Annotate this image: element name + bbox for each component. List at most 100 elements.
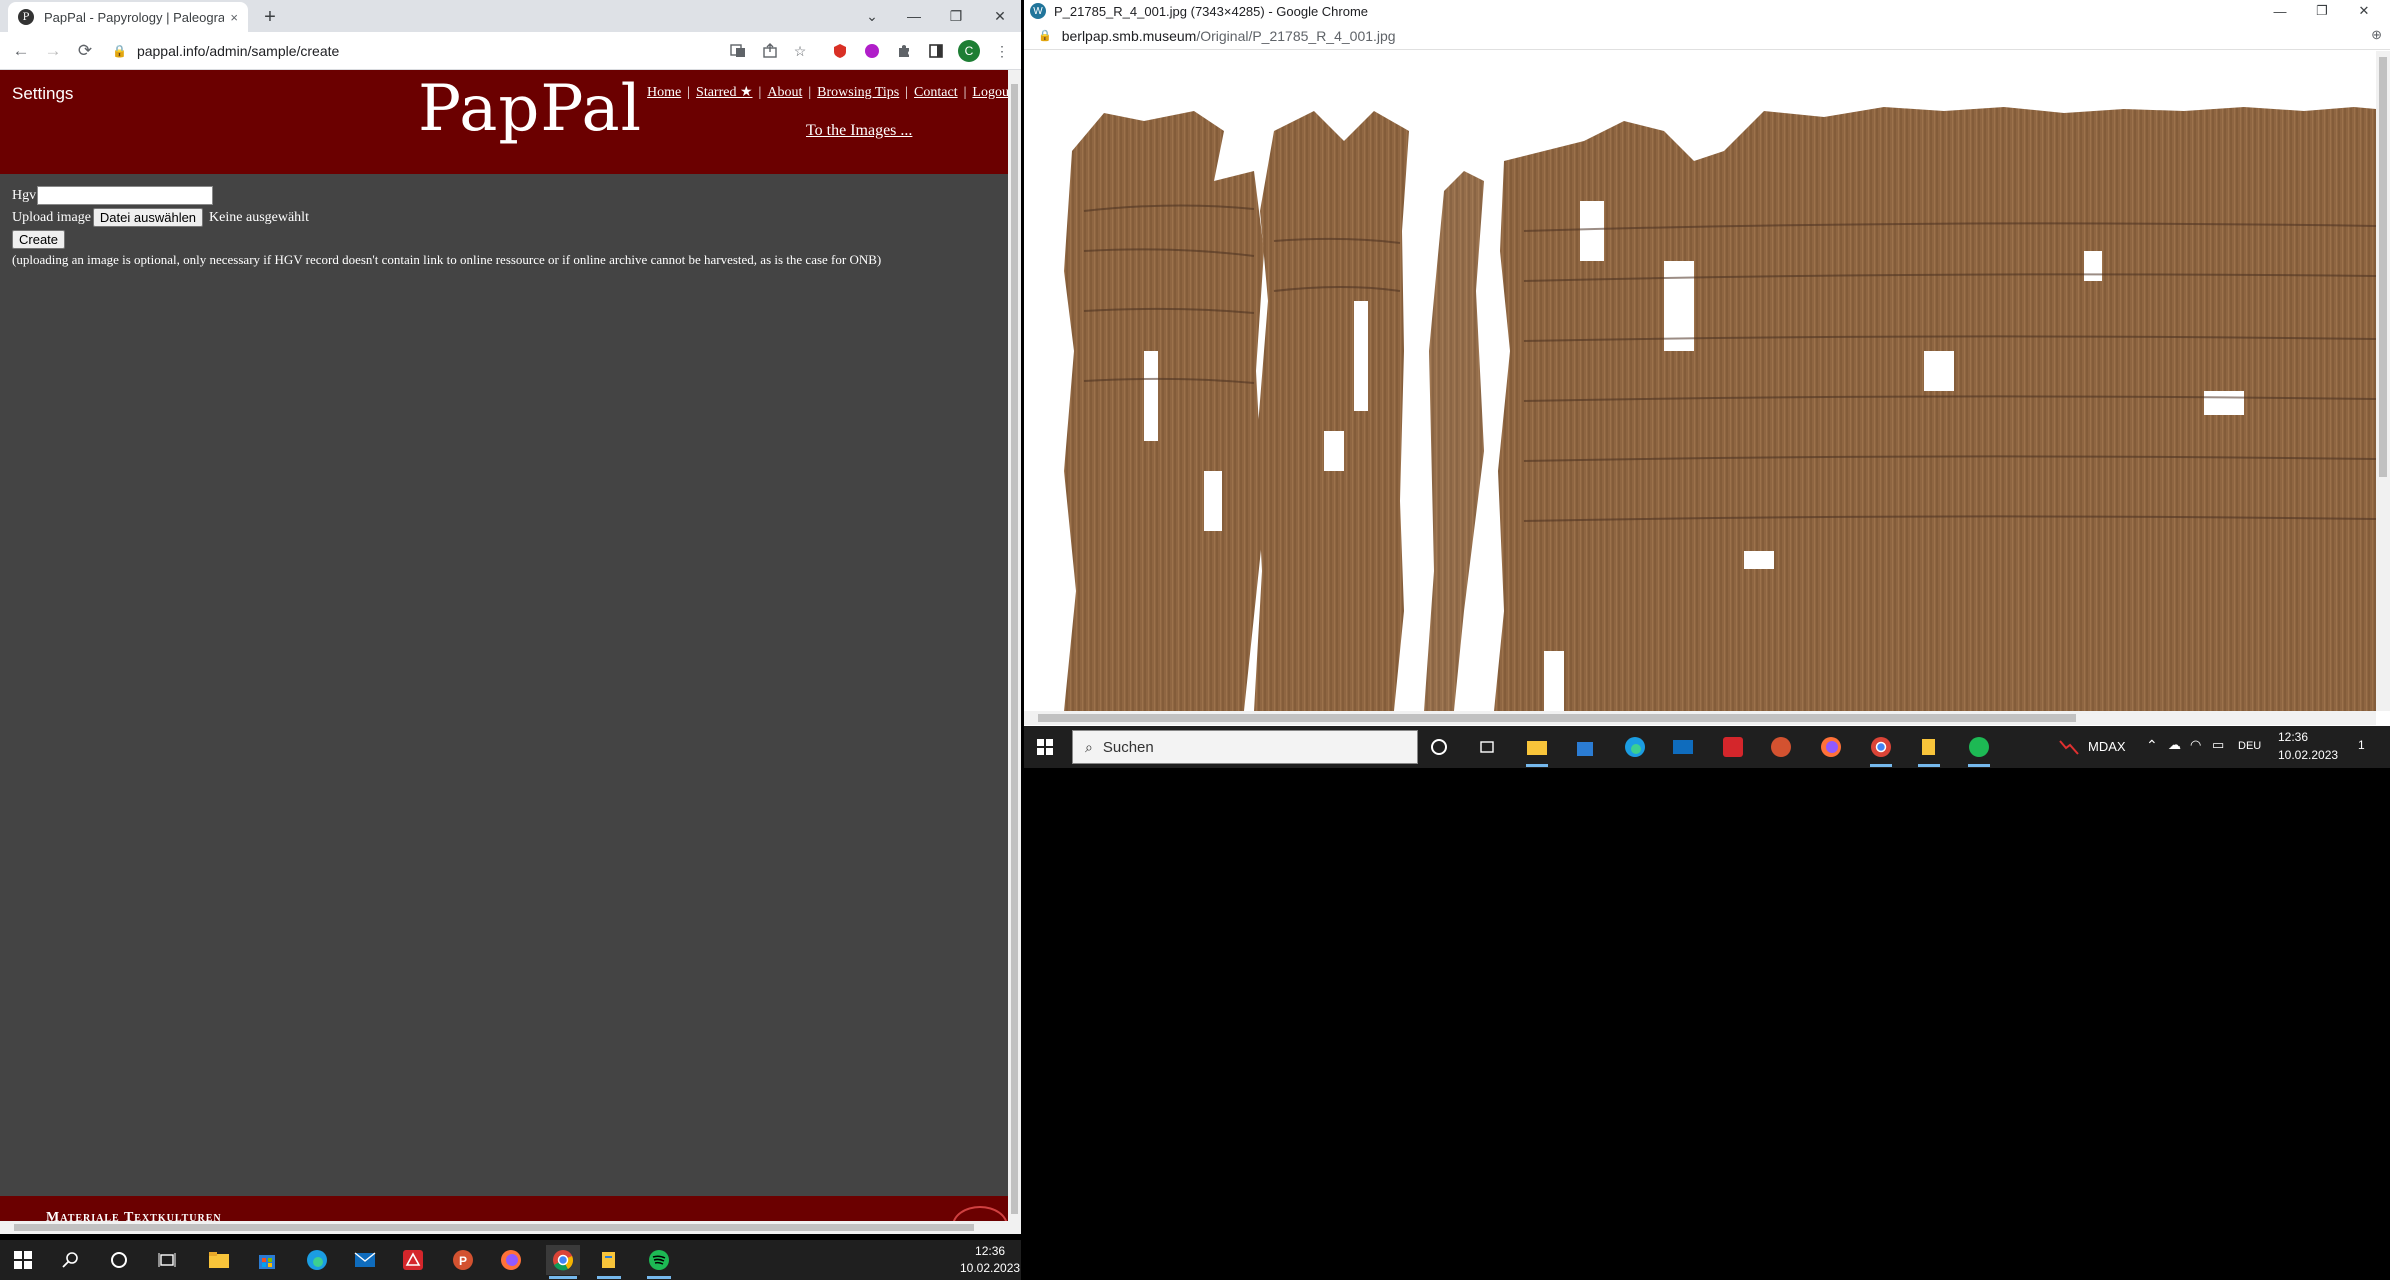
- close-window-button[interactable]: ✕: [2344, 3, 2384, 19]
- pappal-logo[interactable]: PapPal: [418, 72, 642, 146]
- nav-separator: |: [963, 85, 967, 100]
- window-title-bar: W P_21785_R_4_001.jpg (7343×4285) - Goog…: [1024, 0, 2390, 22]
- url-text: pappal.info/admin/sample/create: [136, 43, 340, 59]
- tray-mdax[interactable]: MDAX: [2088, 739, 2126, 754]
- side-panel-icon[interactable]: [926, 41, 946, 61]
- svg-text:P: P: [459, 1254, 467, 1268]
- nav-logout[interactable]: Logout: [972, 85, 1012, 100]
- battery-icon[interactable]: ▭: [2212, 737, 2224, 753]
- taskbar-clock[interactable]: 12:36 10.02.2023: [960, 1243, 1020, 1277]
- papyrus-image[interactable]: [1024, 51, 2376, 711]
- spotify-icon[interactable]: [1964, 732, 1994, 767]
- firefox-icon[interactable]: [496, 1245, 526, 1275]
- tab-close-icon[interactable]: ×: [230, 10, 238, 25]
- lock-icon: 🔒: [112, 44, 127, 58]
- edge-browser-icon[interactable]: [1620, 732, 1650, 762]
- reload-button[interactable]: ⟳: [74, 40, 96, 62]
- cortana-icon[interactable]: [104, 1245, 134, 1275]
- chevron-up-icon[interactable]: ⌃: [2146, 737, 2158, 754]
- profile-avatar[interactable]: C: [958, 40, 980, 62]
- choose-file-button[interactable]: Datei auswählen: [92, 208, 204, 227]
- share-icon[interactable]: [760, 41, 780, 61]
- upload-image-label: Upload image: [12, 209, 91, 225]
- cloud-icon[interactable]: ☁: [2168, 737, 2181, 753]
- scrollbar-thumb[interactable]: [2379, 57, 2387, 477]
- notification-count[interactable]: 1: [2358, 738, 2365, 752]
- extensions-puzzle-icon[interactable]: [894, 41, 914, 61]
- forward-button[interactable]: →: [42, 40, 64, 62]
- scrollbar-thumb[interactable]: [14, 1224, 974, 1231]
- firefox-icon[interactable]: [1816, 732, 1846, 762]
- close-window-button[interactable]: ✕: [980, 0, 1020, 32]
- file-explorer-icon[interactable]: [204, 1245, 234, 1275]
- search-icon[interactable]: [56, 1245, 86, 1275]
- nav-starred[interactable]: Starred ★: [696, 85, 752, 100]
- lock-icon: 🔒: [1038, 30, 1052, 42]
- spotify-icon[interactable]: [644, 1245, 674, 1279]
- file-manager-icon[interactable]: [1914, 732, 1944, 767]
- secondary-taskbar: ⌕ Suchen MDAX ⌃ ☁ ◠ ▭ DEU 12:36 10.02.20…: [1024, 726, 2390, 768]
- address-bar[interactable]: 🔒 pappal.info/admin/sample/create: [112, 37, 732, 65]
- file-explorer-icon[interactable]: [1522, 732, 1552, 767]
- mail-icon[interactable]: [1668, 732, 1698, 762]
- settings-link[interactable]: Settings: [12, 84, 73, 104]
- hgv-input[interactable]: [37, 186, 214, 205]
- horizontal-scrollbar[interactable]: [0, 1221, 1008, 1234]
- menu-kebab-icon[interactable]: ⋮: [992, 41, 1012, 61]
- create-button[interactable]: Create: [12, 230, 66, 249]
- nav-contact[interactable]: Contact: [914, 85, 958, 100]
- start-windows-icon[interactable]: [8, 1245, 38, 1275]
- minimize-button[interactable]: —: [894, 0, 934, 32]
- tray-language[interactable]: DEU: [2238, 740, 2261, 752]
- search-placeholder: Suchen: [1102, 738, 1154, 756]
- file-status-text: Keine ausgewählt: [209, 209, 309, 225]
- bookmark-star-icon[interactable]: ☆: [790, 41, 810, 61]
- extension-adblock-icon[interactable]: [830, 41, 850, 61]
- nav-separator: |: [758, 85, 762, 100]
- minimize-button[interactable]: —: [2260, 4, 2300, 19]
- vertical-scrollbar[interactable]: [2376, 51, 2390, 711]
- address-bar[interactable]: 🔒 berlpap.smb.museum/Original/P_21785_R_…: [1024, 22, 2390, 50]
- mail-icon[interactable]: [350, 1245, 380, 1275]
- wifi-icon[interactable]: ◠: [2190, 737, 2201, 753]
- cortana-icon[interactable]: [1424, 732, 1454, 762]
- nav-about[interactable]: About: [767, 85, 802, 100]
- edge-browser-icon[interactable]: [302, 1245, 332, 1275]
- microsoft-store-icon[interactable]: [252, 1245, 282, 1275]
- stock-chart-icon[interactable]: [2054, 732, 2084, 762]
- task-view-icon[interactable]: [152, 1245, 182, 1275]
- pappal-header: Settings PapPal Home | Starred ★ | About | Bro…: [0, 70, 1013, 174]
- scrollbar-thumb[interactable]: [1038, 714, 2076, 722]
- horizontal-scrollbar[interactable]: [1024, 711, 2376, 725]
- back-button[interactable]: ←: [10, 40, 32, 62]
- powerpoint-icon[interactable]: [1766, 732, 1796, 762]
- translate-icon[interactable]: [728, 41, 748, 61]
- vertical-scrollbar[interactable]: [1008, 70, 1021, 1234]
- tab-pappal[interactable]: P PapPal - Papyrology | Paleograph ×: [8, 2, 248, 32]
- restore-button[interactable]: ❐: [2302, 3, 2342, 19]
- acrobat-reader-icon[interactable]: [1718, 732, 1748, 762]
- taskbar-search-box[interactable]: ⌕ Suchen: [1072, 730, 1418, 764]
- microsoft-store-icon[interactable]: [1570, 732, 1600, 762]
- scrollbar-thumb[interactable]: [1011, 84, 1018, 1214]
- start-windows-icon[interactable]: [1030, 732, 1060, 762]
- clock-time[interactable]: 12:36: [2278, 730, 2308, 744]
- extension-ublock-icon[interactable]: [862, 41, 882, 61]
- new-tab-button[interactable]: +: [258, 5, 282, 29]
- task-view-icon[interactable]: [1472, 732, 1502, 762]
- tab-search-chevron-down-icon[interactable]: ⌄: [862, 0, 882, 32]
- zoom-icon[interactable]: ⊕: [2371, 27, 2382, 43]
- to-the-images-link[interactable]: To the Images ...: [806, 122, 912, 140]
- file-manager-icon[interactable]: [594, 1245, 624, 1279]
- restore-button[interactable]: ❐: [936, 0, 976, 32]
- url-path: /Original/P_21785_R_4_001.jpg: [1196, 27, 1396, 44]
- nav-home[interactable]: Home: [647, 85, 681, 100]
- nav-browsing-tips[interactable]: Browsing Tips: [817, 85, 899, 100]
- clock-date[interactable]: 10.02.2023: [2278, 748, 2338, 762]
- papyrus-image-viewer[interactable]: [1024, 51, 2376, 711]
- chrome-icon[interactable]: [546, 1245, 580, 1279]
- url-host: berlpap.smb.museum: [1061, 27, 1197, 44]
- chrome-icon[interactable]: [1866, 732, 1896, 767]
- acrobat-reader-icon[interactable]: [398, 1245, 428, 1275]
- powerpoint-icon[interactable]: P: [448, 1245, 478, 1275]
